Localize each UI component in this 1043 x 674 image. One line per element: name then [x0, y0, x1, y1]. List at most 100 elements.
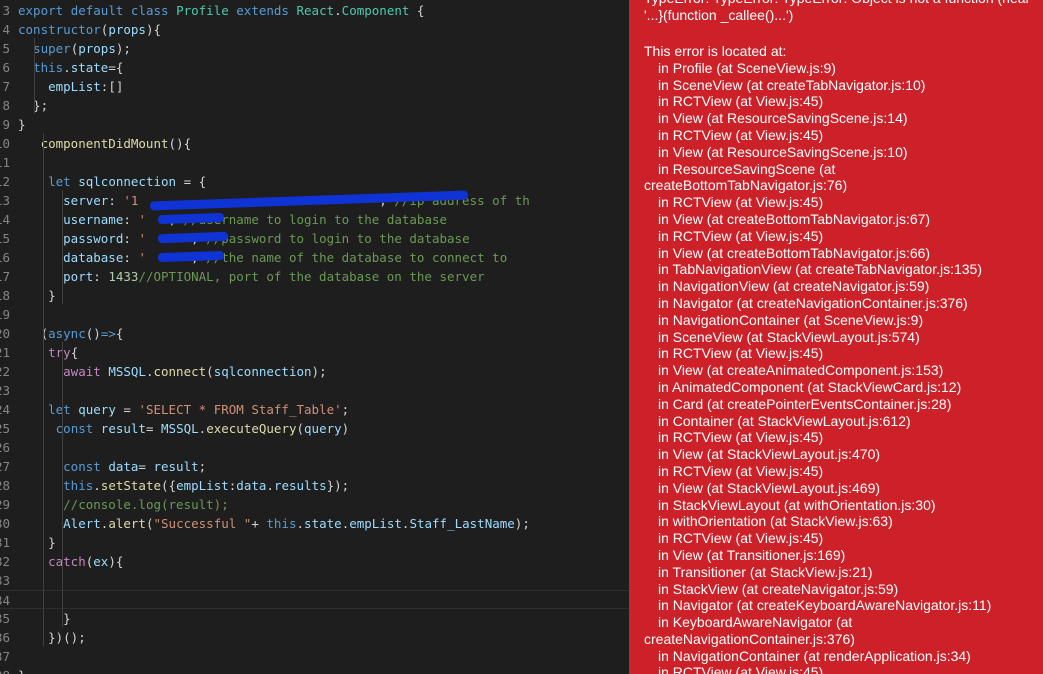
code-token: } — [18, 288, 56, 303]
code-token: : — [123, 231, 139, 246]
code-line[interactable]: 17 port: 1433//OPTIONAL, port of the dat… — [0, 267, 629, 286]
code-text: port: 1433//OPTIONAL, port of the databa… — [18, 267, 484, 286]
stack-frame-text: in SceneView (at StackViewLayout.js:574) — [658, 328, 920, 345]
stack-frame: in Profile (at SceneView.js:9) — [644, 60, 1039, 77]
code-line[interactable]: 35 } — [0, 609, 629, 628]
code-token: ex — [93, 554, 109, 569]
code-line[interactable]: 20 (async()=>{ — [0, 324, 629, 343]
code-token: ); — [115, 41, 131, 56]
stack-frame: in View (at ResourceSavingScene.js:10) — [644, 144, 1039, 161]
code-line[interactable]: 26 — [0, 438, 629, 457]
red-error-screen[interactable]: TypeError: TypeError: TypeError: Object … — [629, 0, 1043, 674]
code-line[interactable]: 15 password: ' ', //password to login to… — [0, 229, 629, 248]
code-line[interactable]: 16 database: ' ', //the name of the data… — [0, 248, 629, 267]
code-token: default — [70, 3, 131, 18]
code-token: super — [33, 41, 71, 56]
line-number: 20 — [0, 326, 10, 341]
code-line[interactable]: 25 const result= MSSQL.executeQuery(quer… — [0, 419, 629, 438]
code-token: let — [48, 174, 79, 189]
code-line[interactable]: 14 username: ' ', //username to login to… — [0, 210, 629, 229]
stack-frame: in View (at StackViewLayout.js:469) — [644, 480, 1039, 497]
code-line[interactable]: 6 this.state={ — [0, 58, 629, 77]
code-token: : — [123, 250, 139, 265]
code-line[interactable]: 29 //console.log(result); — [0, 495, 629, 514]
line-number: 32 — [0, 554, 10, 569]
stack-frame: in RCTView (at View.js:45) — [644, 345, 1039, 362]
code-token: alert — [108, 516, 146, 531]
code-line[interactable]: 32 catch(ex){ — [0, 552, 629, 571]
code-text: username: ' ', //username to login to th… — [18, 210, 447, 229]
code-line[interactable]: 27 const data= result; — [0, 457, 629, 476]
line-number: 23 — [0, 383, 10, 398]
code-token: ; — [198, 459, 207, 474]
stack-frame-text: in SceneView (at createTabNavigator.js:1… — [658, 76, 926, 93]
code-line[interactable]: 12 let sqlconnection = { — [0, 172, 629, 191]
code-token: query — [78, 402, 116, 417]
line-number: 19 — [0, 307, 10, 322]
code-text: } — [18, 286, 56, 305]
stack-frame-text: in ResourceSavingScene (at createBottomT… — [644, 160, 848, 194]
code-line[interactable]: 21 try{ — [0, 343, 629, 362]
code-line[interactable]: 5 super(props); — [0, 39, 629, 58]
line-number: 36 — [0, 630, 10, 645]
code-text: })(); — [18, 628, 86, 647]
code-line[interactable]: 33 — [0, 571, 629, 590]
stack-frame: in NavigationView (at createNavigator.js… — [644, 278, 1039, 295]
code-line[interactable]: 9} — [0, 115, 629, 134]
code-token: ; — [341, 402, 350, 417]
code-text: let sqlconnection = { — [18, 172, 206, 191]
stack-frame-text: in RCTView (at View.js:45) — [658, 194, 824, 211]
code-token: ); — [311, 364, 327, 379]
code-token: data — [108, 459, 139, 474]
stack-frame-text: in StackViewLayout (at withOrientation.j… — [658, 496, 936, 513]
code-token: username — [63, 212, 124, 227]
stack-frame-text: in TabNavigationView (at createTabNaviga… — [658, 261, 983, 278]
code-text: Alert.alert("Successful "+ this.state.em… — [18, 514, 530, 533]
code-token: Component — [341, 3, 410, 18]
code-line[interactable]: 10 componentDidMount(){ — [0, 134, 629, 153]
code-line[interactable]: 37 — [0, 647, 629, 666]
code-line[interactable]: 19 — [0, 305, 629, 324]
code-token: : — [93, 269, 109, 284]
code-line[interactable]: 30 Alert.alert("Successful "+ this.state… — [0, 514, 629, 533]
code-line[interactable]: 31 } — [0, 533, 629, 552]
stack-frame-text: in View (at StackViewLayout.js:470) — [658, 446, 881, 463]
code-token: ' — [138, 231, 146, 246]
code-token: . — [93, 478, 101, 493]
code-token: ){ — [108, 554, 124, 569]
code-line[interactable]: 23 — [0, 381, 629, 400]
stack-frame: in Transitioner (at StackView.js:21) — [644, 564, 1039, 581]
code-token: { — [115, 326, 124, 341]
code-token: . — [266, 478, 274, 493]
code-line[interactable]: 4 constructor(props){ — [0, 20, 629, 39]
code-token: { — [70, 345, 79, 360]
code-line[interactable]: 18 } — [0, 286, 629, 305]
code-token: ={ — [108, 60, 124, 75]
code-text: } — [18, 115, 26, 134]
code-line[interactable]: 7 empList:[] — [0, 77, 629, 96]
stack-frame: in SceneView (at StackViewLayout.js:574) — [644, 329, 1039, 346]
line-number: 22 — [0, 364, 10, 379]
code-line[interactable]: 28 this.setState({empList:data.results})… — [0, 476, 629, 495]
line-number: 17 — [0, 269, 10, 284]
code-line[interactable]: 22 await MSSQL.connect(sqlconnection); — [0, 362, 629, 381]
code-line[interactable]: 3 export default class Profile extends Re… — [0, 1, 629, 20]
code-line[interactable]: 34 — [0, 590, 629, 609]
code-line[interactable]: 24 let query = 'SELECT * FROM Staff_Tabl… — [0, 400, 629, 419]
code-line[interactable]: 38} — [0, 666, 629, 674]
code-token: })(); — [18, 630, 86, 645]
code-line[interactable]: 36 })(); — [0, 628, 629, 647]
code-token: ){ — [145, 22, 162, 37]
stack-frame-text: in Navigator (at createNavigationContain… — [658, 294, 968, 311]
code-line[interactable]: 8 }; — [0, 96, 629, 115]
stack-frame: in RCTView (at View.js:45) — [644, 228, 1039, 245]
code-editor[interactable]: 3 export default class Profile extends Re… — [0, 0, 629, 674]
code-line[interactable]: 11 — [0, 153, 629, 172]
code-token: this — [266, 516, 297, 531]
